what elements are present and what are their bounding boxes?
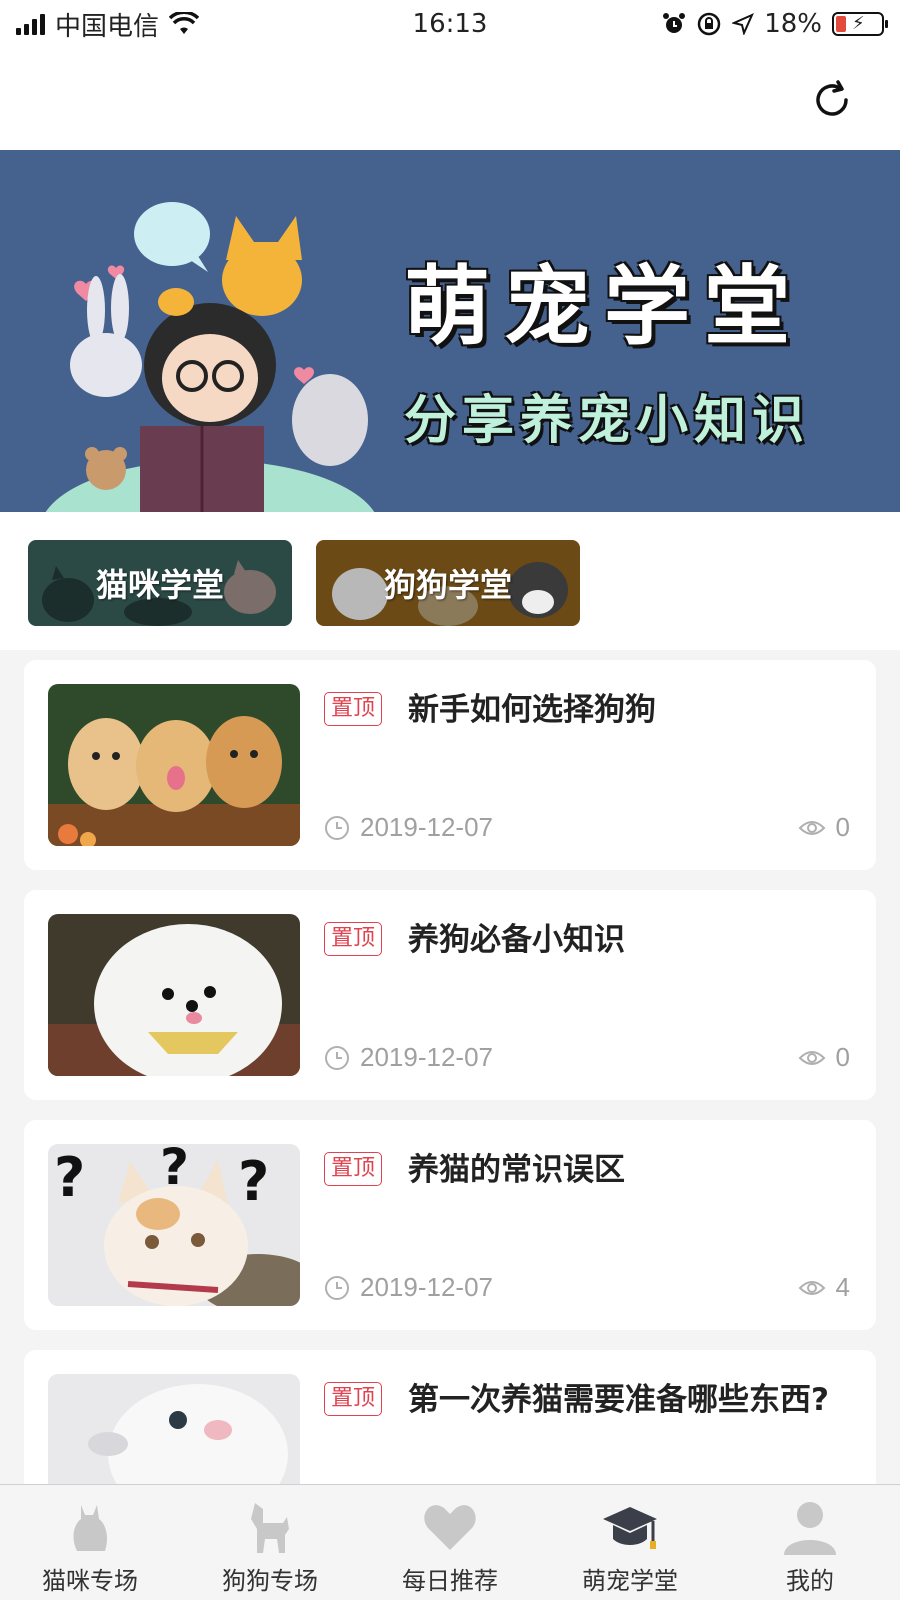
tab-daily-pick[interactable]: 每日推荐 — [360, 1485, 540, 1600]
banner-illustration — [45, 202, 375, 512]
cat-school-button[interactable]: 猫咪学堂 — [28, 540, 292, 626]
tab-cat-zone[interactable]: 猫咪专场 — [0, 1485, 180, 1600]
eye-icon — [798, 1050, 825, 1065]
article-date: 2019-12-07 — [324, 1042, 493, 1073]
alarm-icon — [663, 13, 686, 33]
article-title: 第一次养猫需要准备哪些东西? — [408, 1382, 829, 1418]
eye-icon — [798, 1280, 825, 1295]
tab-label: 我的 — [786, 1567, 834, 1595]
tab-pet-school[interactable]: 萌宠学堂 — [540, 1485, 720, 1600]
article-date: 2019-12-07 — [324, 812, 493, 843]
article-card[interactable]: 置顶 养狗必备小知识 2019-12-07 0 — [24, 890, 876, 1100]
tab-label: 猫咪专场 — [42, 1567, 138, 1595]
dog-school-button[interactable]: 狗狗学堂 — [316, 540, 580, 626]
banner-subtitle: 分享养宠小知识 — [404, 391, 811, 451]
article-views: 4 — [798, 1272, 850, 1303]
tab-bar: 猫咪专场 狗狗专场 每日推荐 萌宠学堂 我的 — [0, 1484, 900, 1600]
date-text: 2019-12-07 — [360, 1272, 493, 1302]
status-left: 中国电信 — [16, 6, 346, 43]
heart-icon — [420, 1497, 480, 1557]
article-views: 0 — [798, 812, 850, 843]
clock-icon — [325, 815, 349, 840]
article-thumbnail: ? ? ? — [48, 1144, 300, 1306]
pinned-badge: 置顶 — [324, 1152, 383, 1186]
tab-dog-zone[interactable]: 狗狗专场 — [180, 1485, 360, 1600]
article-list: 置顶 新手如何选择狗狗 2019-12-07 0 置顶 养狗必备小知识 2019… — [0, 650, 900, 1484]
views-count: 0 — [835, 812, 850, 842]
banner[interactable]: 萌宠学堂 分享养宠小知识 — [0, 150, 900, 512]
cat-icon — [60, 1497, 120, 1557]
article-thumbnail — [48, 1374, 300, 1484]
graduation-cap-icon — [600, 1497, 660, 1557]
views-count: 0 — [835, 1042, 850, 1072]
tab-me[interactable]: 我的 — [720, 1485, 900, 1600]
battery-icon: ⚡ — [832, 12, 888, 36]
dog-school-label: 狗狗学堂 — [383, 566, 512, 604]
pinned-badge: 置顶 — [324, 692, 383, 726]
article-thumbnail — [48, 684, 300, 846]
tab-label: 每日推荐 — [402, 1567, 498, 1595]
date-text: 2019-12-07 — [360, 812, 493, 842]
svg-text:?: ? — [238, 1150, 269, 1213]
banner-title: 萌宠学堂 — [404, 257, 804, 357]
article-title: 养猫的常识误区 — [408, 1152, 625, 1188]
rotation-lock-icon — [697, 12, 721, 36]
article-thumbnail — [48, 914, 300, 1076]
article-card[interactable]: 置顶 第一次养猫需要准备哪些东西? — [24, 1350, 876, 1484]
carrier-label: 中国电信 — [55, 11, 160, 42]
pinned-badge: 置顶 — [324, 922, 383, 956]
category-row: 猫咪学堂 狗狗学堂 — [0, 512, 900, 650]
signal-icon — [16, 13, 45, 35]
nav-bar — [0, 48, 900, 150]
cat-school-label: 猫咪学堂 — [95, 566, 224, 604]
status-right: 18% ⚡ — [554, 9, 888, 39]
article-date: 2019-12-07 — [324, 1272, 493, 1303]
svg-text:?: ? — [54, 1146, 85, 1209]
tab-label: 狗狗专场 — [222, 1567, 318, 1595]
article-views: 0 — [798, 1042, 850, 1073]
clock: 16:13 — [412, 9, 488, 39]
clock-icon — [325, 1045, 349, 1070]
eye-icon — [798, 820, 825, 835]
refresh-button[interactable] — [808, 76, 856, 124]
article-title: 新手如何选择狗狗 — [408, 692, 656, 728]
article-title: 养狗必备小知识 — [408, 922, 625, 958]
person-icon — [780, 1497, 840, 1557]
location-arrow-icon — [732, 13, 755, 35]
article-card[interactable]: ? ? ? 置顶 养猫的常识误区 2019-12-07 4 — [24, 1120, 876, 1330]
status-bar: 中国电信 16:13 18% ⚡ — [0, 0, 900, 48]
wifi-icon — [169, 12, 200, 34]
tab-label: 萌宠学堂 — [582, 1567, 678, 1595]
refresh-icon — [816, 80, 848, 116]
article-card[interactable]: 置顶 新手如何选择狗狗 2019-12-07 0 — [24, 660, 876, 870]
dog-icon — [240, 1497, 300, 1557]
battery-percent: 18% — [764, 9, 822, 39]
clock-icon — [325, 1275, 349, 1300]
pinned-badge: 置顶 — [324, 1382, 383, 1416]
date-text: 2019-12-07 — [360, 1042, 493, 1072]
views-count: 4 — [835, 1272, 850, 1302]
